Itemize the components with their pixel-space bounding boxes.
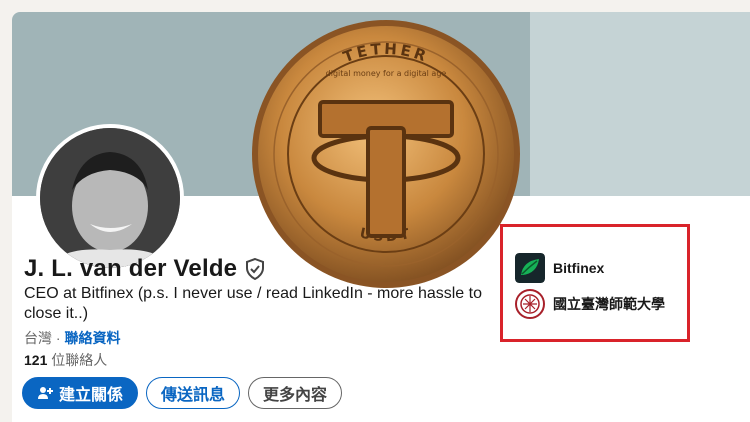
more-button[interactable]: 更多內容 (248, 377, 343, 409)
verified-shield-icon[interactable] (245, 258, 265, 280)
profile-name: J. L. van der Velde (24, 255, 238, 282)
message-label: 傳送訊息 (161, 387, 226, 404)
tether-coin-image: TETHER USDT digital money for a digital … (252, 20, 520, 288)
name-row: J. L. van der Velde (24, 255, 265, 283)
coin-ring-text: digital money for a digital age (326, 69, 447, 78)
profile-card: TETHER USDT digital money for a digital … (12, 12, 750, 422)
avatar-photo (40, 128, 180, 268)
profile-actions: 建立關係 傳送訊息 更多內容 (22, 377, 343, 409)
org-item-bitfinex[interactable]: Bitfinex (515, 253, 604, 283)
cover-right-panel (530, 12, 750, 196)
profile-avatar[interactable] (36, 124, 184, 272)
org-name-bitfinex: Bitfinex (553, 260, 605, 276)
organizations-highlight-box: Bitfinex 國立臺灣師範大學 (500, 224, 690, 342)
connections-label: 位聯絡人 (51, 352, 108, 368)
connect-button[interactable]: 建立關係 (22, 377, 139, 409)
location-row: 台灣 · 聯絡資料 (24, 328, 120, 348)
connections-number: 121 (24, 352, 48, 368)
bitfinex-leaf-icon (515, 253, 545, 283)
add-person-icon (38, 387, 53, 399)
university-seal-icon (515, 289, 545, 319)
org-item-university[interactable]: 國立臺灣師範大學 (515, 289, 665, 319)
message-button[interactable]: 傳送訊息 (146, 377, 241, 409)
more-label: 更多內容 (263, 387, 328, 404)
separator-dot: · (55, 330, 61, 346)
connect-label: 建立關係 (59, 387, 124, 404)
profile-location: 台灣 (24, 330, 52, 346)
profile-headline: CEO at Bitfinex (p.s. I never use / read… (24, 285, 482, 322)
org-name-university: 國立臺灣師範大學 (553, 296, 665, 312)
contact-info-link[interactable]: 聯絡資料 (64, 330, 120, 346)
connections-count[interactable]: 121 位聯絡人 (24, 350, 107, 370)
